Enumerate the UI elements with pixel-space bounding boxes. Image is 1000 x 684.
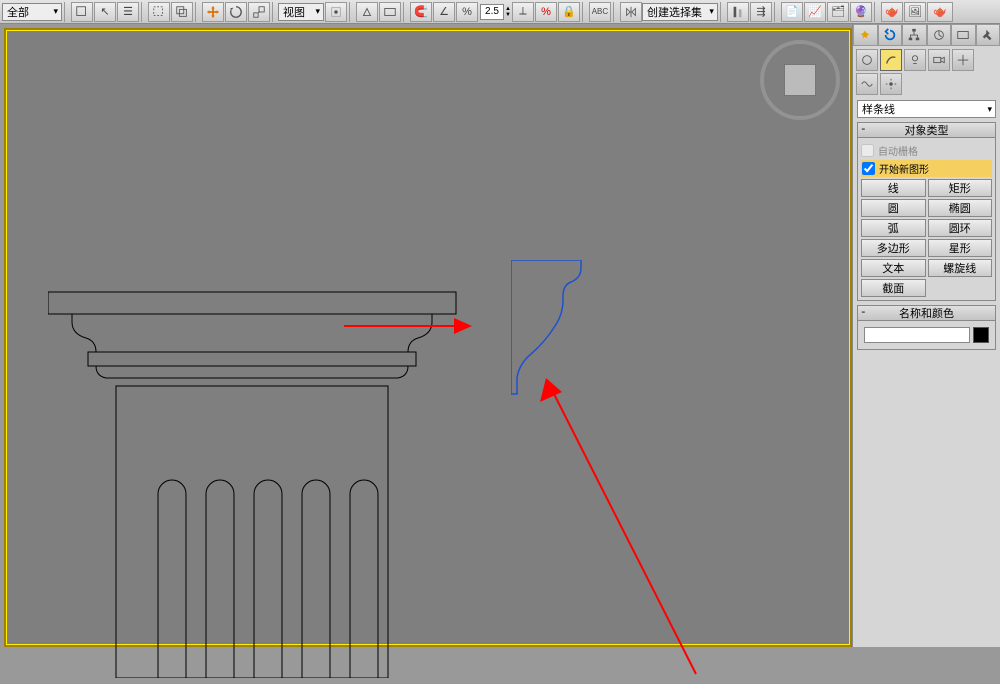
schematic-icon[interactable]: 🗂 — [827, 2, 849, 22]
spinner-snap[interactable]: ▲▼ — [480, 4, 511, 20]
shapes-subtab-icon[interactable] — [880, 49, 902, 71]
mirror-icon[interactable] — [620, 2, 642, 22]
object-type-rollout: -对象类型 自动栅格 开始新图形 线 矩形 圆 椭圆 弧 圆环 多边形 星形 文… — [857, 122, 996, 301]
utilities-tab-icon[interactable] — [976, 24, 1000, 46]
helpers-subtab-icon[interactable] — [952, 49, 974, 71]
manip-mode-icon[interactable] — [356, 2, 378, 22]
move-icon[interactable] — [202, 2, 224, 22]
snap-toggle-icon[interactable]: 🧲 — [410, 2, 432, 22]
abc-input-icon[interactable]: ABC — [589, 2, 611, 22]
axis-constraint-icon[interactable]: % — [535, 2, 557, 22]
ngon-button[interactable]: 多边形 — [861, 239, 926, 257]
motion-tab-icon[interactable] — [927, 24, 952, 46]
rect-region-icon[interactable] — [148, 2, 170, 22]
named-selsets-dropdown[interactable]: 创建选择集 — [642, 3, 718, 21]
curve-editor-icon[interactable]: 📈 — [804, 2, 826, 22]
display-tab-icon[interactable] — [951, 24, 976, 46]
text-button[interactable]: 文本 — [861, 259, 926, 277]
create-tab-icon[interactable] — [853, 24, 878, 46]
command-panel: 样条线 -对象类型 自动栅格 开始新图形 线 矩形 圆 椭圆 弧 圆环 多边形 … — [852, 24, 1000, 647]
selection-filter-dropdown[interactable]: 全部 — [2, 3, 62, 21]
rectangle-button[interactable]: 矩形 — [928, 179, 993, 197]
workspace: 样条线 -对象类型 自动栅格 开始新图形 线 矩形 圆 椭圆 弧 圆环 多边形 … — [0, 24, 1000, 647]
annotation-arrow-1 — [344, 316, 474, 336]
rollout-header[interactable]: -对象类型 — [857, 122, 996, 138]
render-icon[interactable]: 🫖 — [927, 2, 953, 22]
cameras-subtab-icon[interactable] — [928, 49, 950, 71]
name-color-rollout: -名称和颜色 — [857, 305, 996, 350]
object-color-swatch[interactable] — [973, 327, 989, 343]
object-name-input[interactable] — [864, 327, 970, 343]
snap-options-icon[interactable]: ⟂ — [512, 2, 534, 22]
quick-align-icon[interactable]: ⇶ — [750, 2, 772, 22]
donut-button[interactable]: 圆环 — [928, 219, 993, 237]
circle-button[interactable]: 圆 — [861, 199, 926, 217]
viewport[interactable] — [4, 28, 852, 647]
window-crossing-icon[interactable] — [171, 2, 193, 22]
arc-button[interactable]: 弧 — [861, 219, 926, 237]
spacewarps-subtab-icon[interactable] — [856, 73, 878, 95]
select-by-name-icon[interactable]: ☰ — [117, 2, 139, 22]
lights-subtab-icon[interactable] — [904, 49, 926, 71]
start-new-shape-checkbox[interactable]: 开始新图形 — [861, 160, 992, 177]
render-setup-icon[interactable]: 🫖 — [881, 2, 903, 22]
scale-icon[interactable] — [248, 2, 270, 22]
helix-button[interactable]: 螺旋线 — [928, 259, 993, 277]
select-window-icon[interactable] — [71, 2, 93, 22]
align-icon[interactable] — [727, 2, 749, 22]
ellipse-button[interactable]: 椭圆 — [928, 199, 993, 217]
layers-icon[interactable]: 📄 — [781, 2, 803, 22]
ref-coord-dropdown[interactable]: 视图 — [278, 3, 324, 21]
line-button[interactable]: 线 — [861, 179, 926, 197]
modify-tab-icon[interactable] — [878, 24, 903, 46]
percent-snap-icon[interactable]: % — [456, 2, 478, 22]
geometry-subtab-icon[interactable] — [856, 49, 878, 71]
snap-lock-icon[interactable]: 🔒 — [558, 2, 580, 22]
viewcube[interactable] — [760, 40, 840, 120]
hierarchy-tab-icon[interactable] — [902, 24, 927, 46]
autogrid-checkbox[interactable]: 自动栅格 — [861, 143, 992, 158]
category-dropdown[interactable]: 样条线 — [857, 100, 996, 118]
material-editor-icon[interactable]: 🔮 — [850, 2, 872, 22]
systems-subtab-icon[interactable] — [880, 73, 902, 95]
render-frame-icon[interactable]: 🖼 — [904, 2, 926, 22]
section-button[interactable]: 截面 — [861, 279, 926, 297]
rollout-header[interactable]: -名称和颜色 — [857, 305, 996, 321]
pivot-center-icon[interactable] — [325, 2, 347, 22]
annotation-arrow-2 — [536, 374, 706, 684]
angle-snap-icon[interactable]: ∠ — [433, 2, 455, 22]
rotate-icon[interactable] — [225, 2, 247, 22]
star-button[interactable]: 星形 — [928, 239, 993, 257]
keyboard-shortcut-icon[interactable] — [379, 2, 401, 22]
main-toolbar: 全部 ↖ ☰ 视图 🧲 ∠ % ▲▼ ⟂ % 🔒 ABC 创建选择集 ⇶ 📄 📈… — [0, 0, 1000, 24]
select-object-icon[interactable]: ↖ — [94, 2, 116, 22]
